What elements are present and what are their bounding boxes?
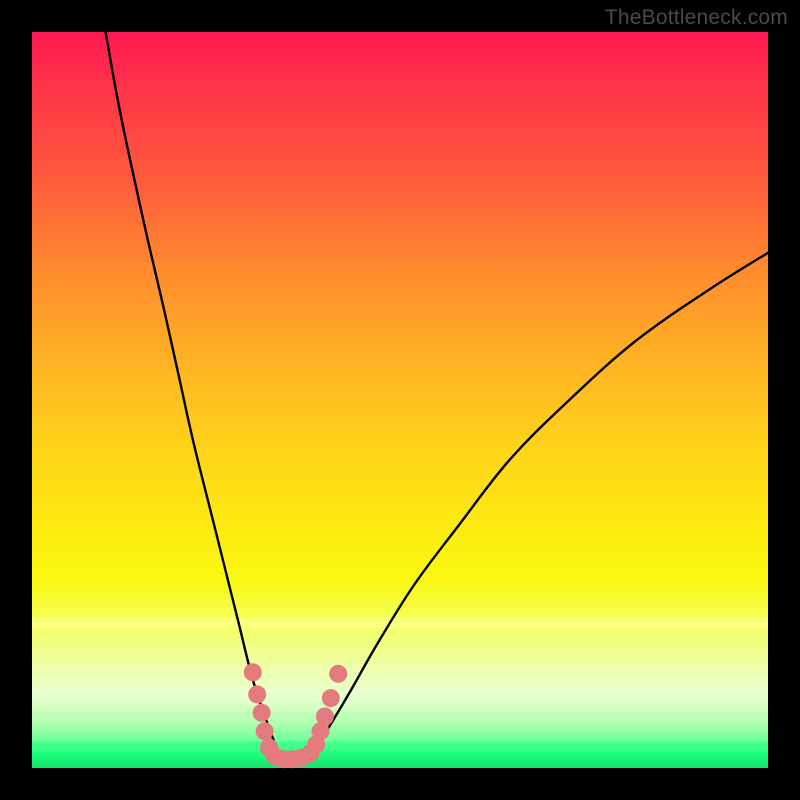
trough-marker [253, 704, 271, 722]
trough-marker [316, 708, 334, 726]
watermark-text: TheBottleneck.com [605, 6, 788, 30]
trough-marker [329, 665, 347, 683]
trough-marker [256, 722, 274, 740]
left-curve [106, 32, 279, 753]
trough-marker [248, 685, 266, 703]
trough-markers [244, 663, 347, 768]
plot-area [32, 32, 768, 768]
chart-root: TheBottleneck.com [0, 0, 800, 800]
curve-layer [32, 32, 768, 768]
trough-marker [322, 689, 340, 707]
right-curve [312, 253, 768, 754]
trough-marker [244, 663, 262, 681]
